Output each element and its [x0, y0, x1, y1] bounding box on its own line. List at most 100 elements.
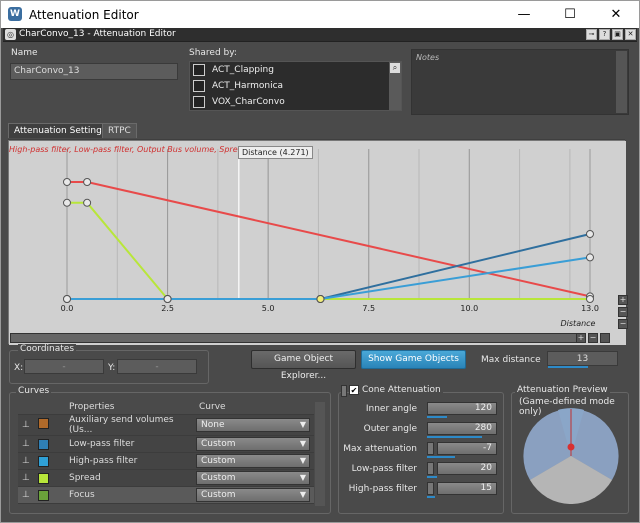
- table-row[interactable]: ⊥ Low-pass filter Custom ▼: [18, 435, 314, 453]
- cone-handle[interactable]: [427, 442, 434, 455]
- curve-dropdown[interactable]: Custom ▼: [196, 453, 310, 468]
- cone-label: Cone Attenuation: [360, 385, 443, 395]
- cone-field-value[interactable]: 120: [427, 402, 497, 415]
- y-label: Y:: [108, 363, 116, 373]
- cone-field-value[interactable]: -7: [437, 442, 497, 455]
- max-distance-label: Max distance: [481, 355, 541, 365]
- pin-icon[interactable]: ⊥: [22, 439, 30, 449]
- list-item-label: ACT_Clapping: [212, 65, 274, 75]
- remove-point-icon[interactable]: −: [588, 333, 598, 343]
- curve-property-name: Low-pass filter: [66, 435, 196, 453]
- curve-point: [586, 253, 594, 262]
- shared-by-list[interactable]: ACT_Clapping ACT_Harmonica VOX_CharConvo…: [189, 61, 402, 111]
- curve-dropdown-value: None: [201, 419, 225, 430]
- curve-dropdown[interactable]: Custom ▼: [196, 470, 310, 485]
- cone-field-value[interactable]: 20: [437, 462, 497, 475]
- curve-dropdown-value: Custom: [201, 472, 236, 483]
- cone-checkbox[interactable]: ✔: [349, 385, 359, 395]
- attenuation-editor-window: W Attenuation Editor — ☐ ✕ ◎ CharConvo_1…: [0, 0, 640, 523]
- show-game-objects-button[interactable]: Show Game Objects: [361, 350, 466, 369]
- app-icon: W: [8, 7, 22, 21]
- curve-dropdown[interactable]: None ▼: [196, 417, 310, 432]
- x-tick-label: 7.5: [362, 304, 375, 313]
- cone-field-slider[interactable]: [427, 496, 435, 498]
- chevron-down-icon: ▼: [299, 472, 306, 482]
- distance-cursor-label: Distance (4.271): [238, 146, 313, 159]
- table-row[interactable]: ⊥ Auxiliary send volumes (Us... None ▼: [18, 414, 314, 436]
- notes-scrollbar[interactable]: [616, 51, 627, 113]
- cone-handle[interactable]: [427, 482, 434, 495]
- x-label: X:: [14, 363, 24, 373]
- curve-point: [63, 178, 71, 186]
- graph-horizontal-scrollbar[interactable]: [10, 333, 584, 343]
- curve-point: [63, 295, 71, 303]
- list-item[interactable]: ACT_Clapping: [192, 63, 388, 78]
- list-item[interactable]: VOX_CharConvo: [192, 95, 388, 110]
- cone-field-slider[interactable]: [427, 416, 447, 418]
- curve-point: [586, 230, 594, 238]
- document-title: CharConvo_13 - Attenuation Editor: [19, 29, 176, 39]
- document-icon: ◎: [5, 29, 16, 40]
- pin-icon[interactable]: ⊥: [22, 473, 30, 483]
- max-distance-slider[interactable]: [548, 366, 588, 368]
- curve-point: [83, 178, 92, 186]
- table-row[interactable]: ⊥ Focus Custom ▼: [18, 486, 314, 504]
- zoom-out-icon[interactable]: −: [618, 307, 628, 317]
- graph-svg[interactable]: 0.0 2.5 5.0 7.5 10.0 13.0 Distance: [9, 141, 626, 345]
- cone-field-slider[interactable]: [427, 476, 437, 478]
- cone-field-value[interactable]: 15: [437, 482, 497, 495]
- table-row[interactable]: ⊥ High-pass filter Custom ▼: [18, 452, 314, 470]
- x-tick-label: 5.0: [262, 304, 275, 313]
- curve-point: [586, 295, 594, 303]
- window-title: Attenuation Editor: [29, 8, 139, 22]
- x-axis-label: Distance: [561, 319, 596, 328]
- curve-dropdown[interactable]: Custom ▼: [196, 487, 310, 502]
- graph-background: [9, 141, 626, 345]
- col-properties: Properties: [66, 400, 196, 415]
- name-field[interactable]: CharConvo_13: [10, 63, 178, 80]
- lock-icon[interactable]: ▣: [612, 29, 623, 40]
- curves-table: Properties Curve ⊥ Auxiliary send volumes…: [18, 400, 314, 504]
- attenuation-graph[interactable]: 0.0 2.5 5.0 7.5 10.0 13.0 Distance: [8, 140, 626, 345]
- curves-label: Curves: [16, 386, 52, 396]
- col-curve: Curve: [196, 400, 314, 415]
- close-doc-icon[interactable]: ✕: [625, 29, 636, 40]
- help-icon[interactable]: ?: [599, 29, 610, 40]
- pin-icon[interactable]: ⊥: [22, 490, 30, 500]
- list-item-label: VOX_CharConvo: [212, 97, 285, 107]
- cone-field-slider[interactable]: [427, 436, 482, 438]
- cone-field-label: Low-pass filter: [351, 464, 417, 474]
- zoom-in-icon[interactable]: +: [618, 295, 628, 305]
- list-item[interactable]: ACT_Harmonica: [192, 79, 388, 94]
- close-button[interactable]: ✕: [593, 1, 639, 28]
- search-icon[interactable]: ⌕: [390, 63, 400, 73]
- tab-rtpc[interactable]: RTPC: [102, 123, 137, 138]
- curves-scrollbar[interactable]: [315, 402, 325, 506]
- cone-handle[interactable]: [427, 462, 434, 475]
- pin-icon[interactable]: ⊥: [22, 420, 30, 430]
- notes-field[interactable]: Notes: [411, 49, 629, 115]
- maximize-button[interactable]: ☐: [547, 1, 593, 28]
- curve-point: [83, 198, 92, 207]
- cone-field-value[interactable]: 280: [427, 422, 497, 435]
- curve-dropdown[interactable]: Custom ▼: [196, 436, 310, 451]
- cone-field-slider[interactable]: [427, 456, 455, 458]
- minimize-button[interactable]: —: [501, 1, 547, 28]
- x-field[interactable]: -: [24, 359, 104, 374]
- pin-icon[interactable]: ⊥: [22, 456, 30, 466]
- curve-dropdown-value: Custom: [201, 489, 236, 500]
- selected-point: [316, 295, 325, 303]
- cone-handle[interactable]: [341, 385, 347, 397]
- fit-icon[interactable]: −: [618, 319, 628, 329]
- view-icon[interactable]: [600, 333, 610, 343]
- y-field[interactable]: -: [117, 359, 197, 374]
- cone-field-label: Outer angle: [363, 424, 417, 434]
- coordinates-label: Coordinates: [18, 344, 77, 354]
- add-point-icon[interactable]: +: [576, 333, 586, 343]
- pin-icon[interactable]: ⊸: [586, 29, 597, 40]
- chevron-down-icon: ▼: [299, 489, 306, 499]
- tab-attenuation-settings[interactable]: Attenuation Settings: [8, 123, 113, 138]
- max-distance-field[interactable]: 13: [547, 351, 618, 366]
- game-object-explorer-button[interactable]: Game Object Explorer...: [251, 350, 356, 381]
- table-row[interactable]: ⊥ Spread Custom ▼: [18, 469, 314, 487]
